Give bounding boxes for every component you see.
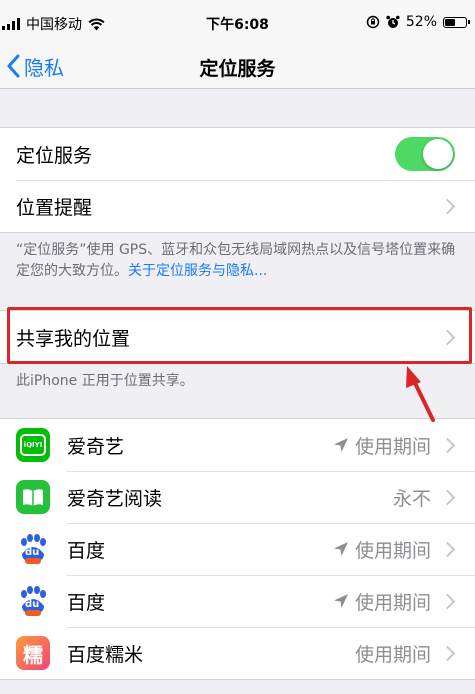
annotation-highlight-box (7, 307, 472, 364)
app-row[interactable]: 爱奇艺阅读 永不 (0, 471, 475, 523)
location-arrow-icon (333, 594, 348, 608)
location-settings-group: 定位服务 位置提醒 (0, 127, 475, 233)
orientation-lock-icon (366, 15, 380, 29)
baidu-paw-app-icon: du (16, 584, 50, 618)
alarm-icon (386, 15, 400, 28)
chevron-right-icon (439, 593, 456, 610)
status-right: 52% (366, 14, 470, 30)
chevron-right-icon (439, 541, 456, 558)
toggle-knob (423, 139, 453, 169)
chevron-right-icon (439, 437, 456, 454)
app-permission-value: 永不 (392, 487, 431, 510)
app-permission-value: 使用期间 (354, 643, 431, 666)
baidu-logo-text: du (25, 547, 40, 558)
app-row[interactable]: du 百度 使用期间 (0, 575, 475, 627)
nuomi-logo-text: 糯 (23, 642, 43, 667)
apps-list: iQIYI 爱奇艺 使用期间 爱奇艺阅读 永不 du 百度 使用期间 du 百度… (0, 418, 475, 680)
app-row[interactable]: du 百度 使用期间 (0, 523, 475, 575)
app-name: 百度 (67, 591, 106, 614)
chevron-right-icon (439, 198, 456, 215)
app-name: 百度 (67, 539, 106, 562)
app-name: 爱奇艺阅读 (67, 487, 163, 510)
app-row[interactable]: iQIYI 爱奇艺 使用期间 (0, 419, 475, 471)
iqiyi-logo-text: iQIYI (20, 434, 46, 456)
app-permission: 永不 (393, 484, 431, 511)
location-services-label: 定位服务 (16, 144, 93, 167)
app-permission: 使用期间 (333, 432, 431, 459)
app-permission: 使用期间 (333, 536, 431, 563)
location-services-row: 定位服务 (0, 128, 475, 180)
nuomi-app-icon: 糯 (16, 636, 50, 670)
chevron-right-icon (439, 489, 456, 506)
battery-percent: 52% (405, 14, 437, 30)
open-book-icon (23, 489, 43, 506)
app-name: 爱奇艺 (67, 435, 125, 458)
location-alerts-label: 位置提醒 (16, 196, 93, 219)
baidu-logo-text: du (25, 599, 40, 610)
page-title: 定位服务 (199, 58, 276, 80)
app-name: 百度糯米 (67, 643, 144, 666)
app-permission-value: 使用期间 (354, 591, 431, 614)
location-arrow-icon (333, 438, 348, 452)
app-row[interactable]: 糯 百度糯米 使用期间 (0, 627, 475, 679)
location-arrow-icon (333, 542, 348, 556)
battery-icon (443, 16, 470, 28)
chevron-right-icon (439, 645, 456, 662)
app-permission: 使用期间 (355, 640, 431, 667)
privacy-link[interactable]: 关于定位服务与隐私... (128, 263, 267, 279)
share-footnote: 此iPhone 正用于位置共享。 (16, 373, 194, 389)
iqiyi-app-icon: iQIYI (16, 428, 50, 462)
location-alerts-row[interactable]: 位置提醒 (0, 180, 475, 232)
status-bar: 中国移动 下午6:08 52% (0, 0, 475, 44)
location-footnote: “定位服务”使用 GPS、蓝牙和众包无线局域网热点以及信号塔位置来确定您的大致方… (16, 240, 461, 282)
open-book-app-icon (16, 480, 50, 514)
app-permission: 使用期间 (333, 588, 431, 615)
app-permission-value: 使用期间 (354, 539, 431, 562)
baidu-paw-app-icon: du (16, 532, 50, 566)
app-permission-value: 使用期间 (354, 435, 431, 458)
location-services-toggle[interactable] (395, 137, 455, 171)
battery-level-fill (445, 18, 455, 26)
navigation-bar: 隐私 定位服务 (0, 44, 475, 89)
